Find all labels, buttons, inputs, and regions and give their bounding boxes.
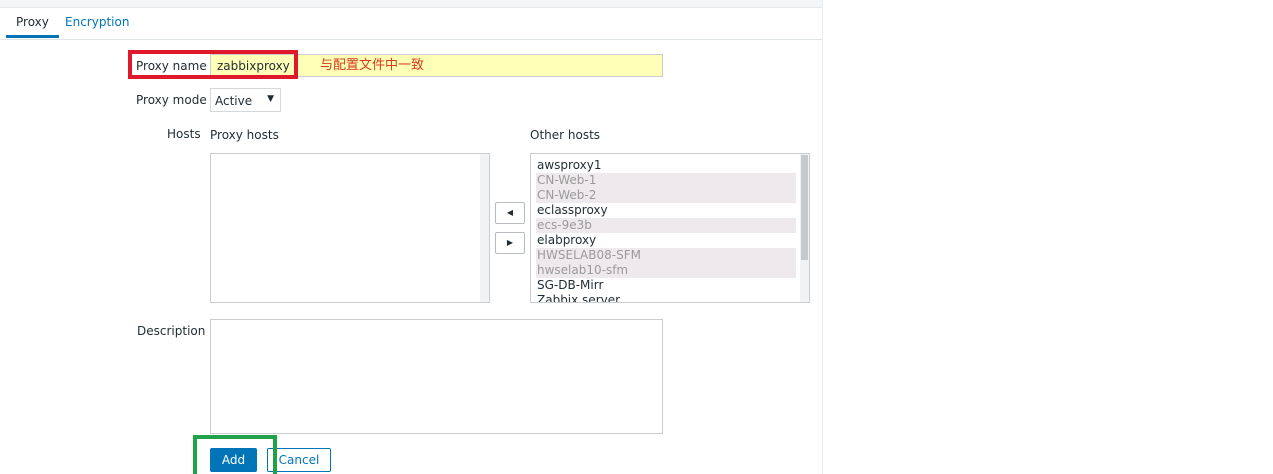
list-item[interactable]: CN-Web-2 — [536, 188, 796, 203]
proxy-form-page: Proxy Encryption Proxy name zabbixproxy … — [0, 0, 823, 474]
top-strip — [0, 0, 822, 8]
proxy-mode-select[interactable]: Active ▼ — [210, 88, 281, 112]
other-hosts-scrollbar[interactable] — [800, 154, 809, 302]
proxy-mode-value: Active — [215, 94, 253, 108]
proxy-hosts-label: Proxy hosts — [210, 128, 279, 142]
triangle-right-icon: ▶ — [506, 238, 514, 247]
move-right-button[interactable]: ▶ — [495, 232, 525, 254]
proxy-name-highlight-box — [128, 50, 298, 79]
list-item[interactable]: awsproxy1 — [536, 158, 796, 173]
proxy-hosts-list[interactable] — [210, 153, 490, 303]
list-item[interactable]: hwselab10-sfm — [536, 263, 796, 278]
annotation-note: 与配置文件中一致 — [320, 58, 425, 73]
list-item[interactable]: SG-DB-Mirr — [536, 278, 796, 293]
other-hosts-label: Other hosts — [530, 128, 601, 142]
proxy-hosts-scrollbar[interactable] — [480, 154, 489, 302]
dropdown-arrow-icon: ▼ — [267, 94, 274, 104]
list-item[interactable]: HWSELAB08-SFM — [536, 248, 796, 263]
description-textarea[interactable] — [210, 319, 663, 434]
proxy-mode-label: Proxy mode — [136, 93, 207, 107]
triangle-left-icon: ◀ — [506, 208, 514, 217]
hosts-label: Hosts — [167, 127, 201, 141]
list-item[interactable]: eclassproxy — [536, 203, 796, 218]
tab-bar: Proxy Encryption — [0, 8, 822, 40]
list-item[interactable]: Zabbix server — [536, 293, 796, 302]
add-button-highlight-box — [193, 435, 277, 474]
tab-proxy[interactable]: Proxy — [6, 8, 59, 38]
move-left-button[interactable]: ◀ — [495, 202, 525, 224]
list-item[interactable]: ecs-9e3b — [536, 218, 796, 233]
scrollbar-thumb[interactable] — [801, 155, 808, 260]
tab-encryption[interactable]: Encryption — [65, 8, 129, 38]
other-hosts-list[interactable]: awsproxy1 CN-Web-1 CN-Web-2 eclassproxy … — [530, 153, 810, 303]
list-item[interactable]: elabproxy — [536, 233, 796, 248]
list-item[interactable]: CN-Web-1 — [536, 173, 796, 188]
description-label: Description — [137, 324, 206, 338]
